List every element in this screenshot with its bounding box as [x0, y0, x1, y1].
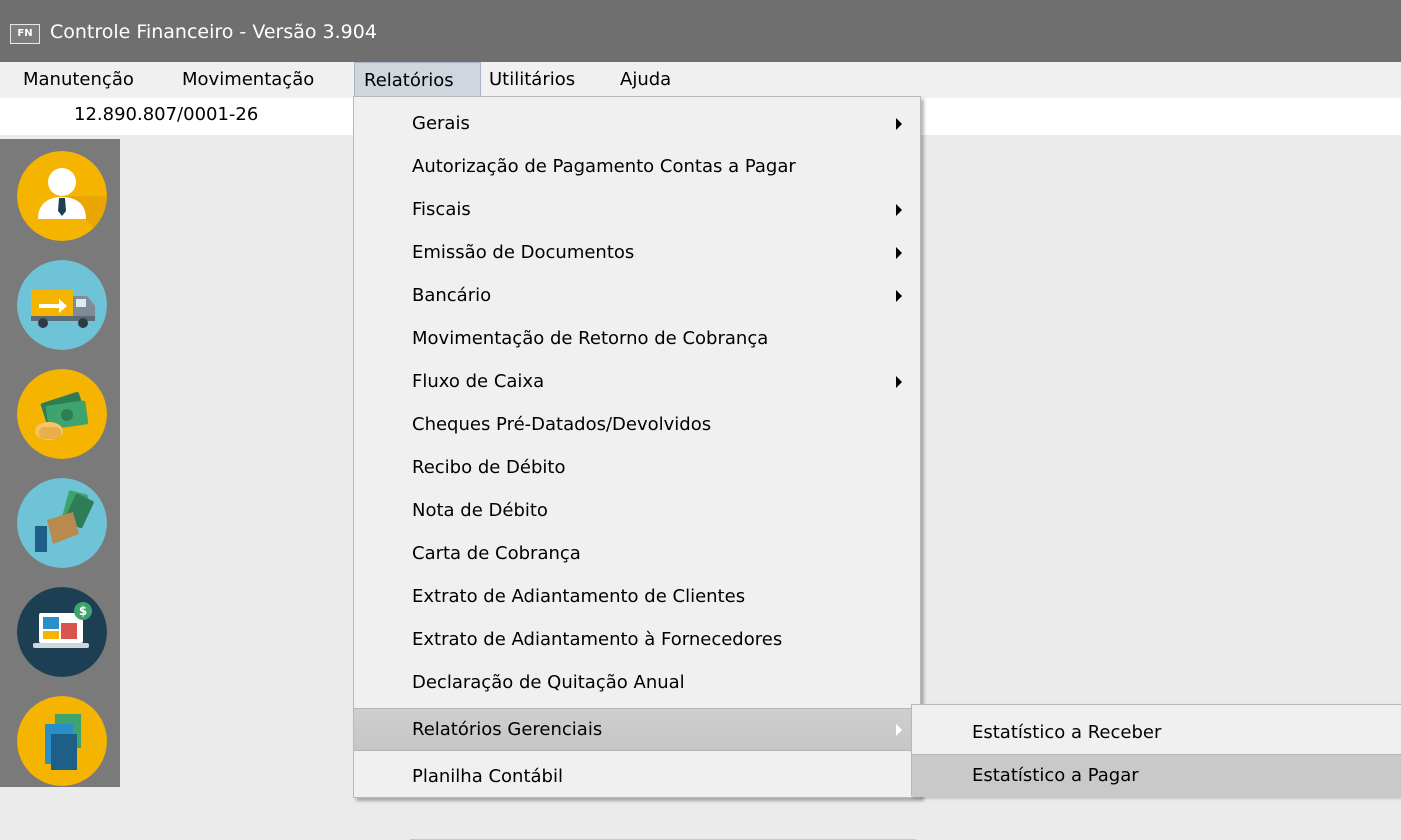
- sidebar-button-payables[interactable]: [17, 478, 107, 568]
- user-icon: [17, 151, 107, 241]
- menu-item-label: Planilha Contábil: [412, 766, 563, 787]
- sidebar-button-reports[interactable]: [17, 696, 107, 786]
- relatorios-dropdown: Gerais Autorização de Pagamento Contas a…: [353, 96, 921, 840]
- menu-item-emissao-documentos[interactable]: Emissão de Documentos: [354, 231, 920, 274]
- menu-item-fluxo-caixa[interactable]: Fluxo de Caixa: [354, 360, 920, 403]
- svg-text:$: $: [79, 604, 87, 618]
- submenu-arrow-icon: [896, 724, 902, 736]
- menu-item-label: Emissão de Documentos: [412, 242, 635, 263]
- submenu-arrow-icon: [896, 204, 902, 216]
- sidebar-button-receivables[interactable]: [17, 369, 107, 459]
- menu-item-estatistico-pagar[interactable]: Estatístico a Pagar: [912, 754, 1401, 797]
- menu-item-label: Movimentação de Retorno de Cobrança: [412, 328, 769, 349]
- menu-item-fiscais[interactable]: Fiscais: [354, 188, 920, 231]
- app-icon: FN: [10, 24, 40, 44]
- menu-item-autorizacao-pagamento[interactable]: Autorização de Pagamento Contas a Pagar: [354, 145, 920, 188]
- company-cnpj: 12.890.807/0001-26: [74, 104, 259, 125]
- menu-item-label: Estatístico a Pagar: [972, 765, 1139, 786]
- sidebar-button-clients[interactable]: [17, 151, 107, 241]
- menu-ajuda[interactable]: Ajuda: [611, 62, 680, 98]
- menu-item-planilha-contabil[interactable]: Planilha Contábil: [354, 755, 920, 798]
- menu-item-retorno-cobranca[interactable]: Movimentação de Retorno de Cobrança: [354, 317, 920, 360]
- submenu-arrow-icon: [896, 290, 902, 302]
- window-title: Controle Financeiro - Versão 3.904: [50, 21, 377, 43]
- payment-icon: [17, 478, 107, 568]
- submenu-arrow-icon: [896, 247, 902, 259]
- menu-item-carta-cobranca[interactable]: Carta de Cobrança: [354, 532, 920, 575]
- menu-item-label: Gerais: [412, 113, 470, 134]
- menu-utilitarios[interactable]: Utilitários: [480, 62, 584, 98]
- menu-item-recibo-debito[interactable]: Recibo de Débito: [354, 446, 920, 489]
- menu-item-nota-debito[interactable]: Nota de Débito: [354, 489, 920, 532]
- menu-manutencao[interactable]: Manutenção: [14, 62, 143, 98]
- title-bar: FN Controle Financeiro - Versão 3.904: [0, 0, 1401, 62]
- menu-item-cheques[interactable]: Cheques Pré-Datados/Devolvidos: [354, 403, 920, 446]
- menu-item-label: Bancário: [412, 285, 492, 306]
- sidebar-button-suppliers[interactable]: [17, 260, 107, 350]
- menu-item-label: Nota de Débito: [412, 500, 548, 521]
- sidebar-button-online-finance[interactable]: $: [17, 587, 107, 677]
- menu-item-label: Extrato de Adiantamento de Clientes: [412, 586, 746, 607]
- menu-item-label: Estatístico a Receber: [972, 722, 1162, 743]
- menu-item-relatorios-gerenciais[interactable]: Relatórios Gerenciais: [354, 708, 920, 751]
- submenu-arrow-icon: [896, 118, 902, 130]
- menu-item-label: Extrato de Adiantamento à Fornecedores: [412, 629, 783, 650]
- truck-icon: [17, 260, 107, 350]
- menu-item-estatistico-receber[interactable]: Estatístico a Receber: [912, 711, 1401, 754]
- sidebar: $: [0, 139, 120, 787]
- laptop-icon: $: [17, 587, 107, 677]
- menu-item-bancario[interactable]: Bancário: [354, 274, 920, 317]
- menu-item-extrato-clientes[interactable]: Extrato de Adiantamento de Clientes: [354, 575, 920, 618]
- menu-item-label: Declaração de Quitação Anual: [412, 672, 685, 693]
- submenu-arrow-icon: [896, 376, 902, 388]
- menu-relatorios[interactable]: Relatórios: [354, 62, 481, 98]
- menu-item-label: Autorização de Pagamento Contas a Pagar: [412, 156, 796, 177]
- menu-item-label: Recibo de Débito: [412, 457, 566, 478]
- menu-item-label: Fiscais: [412, 199, 471, 220]
- menu-item-gerais[interactable]: Gerais: [354, 102, 920, 145]
- relatorios-gerenciais-submenu: Estatístico a Receber Estatístico a Paga…: [911, 704, 1401, 797]
- documents-icon: [17, 696, 107, 786]
- menu-item-declaracao-quitacao[interactable]: Declaração de Quitação Anual: [354, 661, 920, 704]
- money-icon: [17, 369, 107, 459]
- menu-item-label: Carta de Cobrança: [412, 543, 581, 564]
- menu-movimentacao[interactable]: Movimentação: [173, 62, 323, 98]
- menu-item-label: Relatórios Gerenciais: [412, 719, 603, 740]
- menu-item-label: Cheques Pré-Datados/Devolvidos: [412, 414, 712, 435]
- menu-item-extrato-fornecedores[interactable]: Extrato de Adiantamento à Fornecedores: [354, 618, 920, 661]
- menu-item-label: Fluxo de Caixa: [412, 371, 545, 392]
